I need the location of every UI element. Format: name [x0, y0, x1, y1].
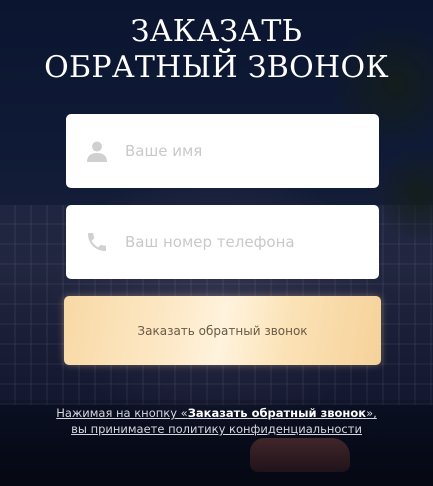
- title-line-1: ЗАКАЗАТЬ: [130, 14, 303, 49]
- name-input[interactable]: [125, 142, 345, 160]
- policy-button-ref: Заказать обратный звонок: [187, 406, 367, 420]
- user-icon: [87, 141, 107, 162]
- modal-title: ЗАКАЗАТЬ ОБРАТНЫЙ ЗВОНОК: [0, 14, 433, 86]
- policy-link[interactable]: Нажимая на кнопку «Заказать обратный зво…: [56, 406, 377, 436]
- phone-input[interactable]: [125, 233, 345, 251]
- callback-modal: ЗАКАЗАТЬ ОБРАТНЫЙ ЗВОНОК Заказать обратн…: [0, 0, 433, 486]
- submit-callback-button[interactable]: Заказать обратный звонок: [64, 296, 381, 365]
- name-field[interactable]: [66, 114, 379, 188]
- phone-field[interactable]: [66, 205, 379, 279]
- policy-prefix: Нажимая на кнопку «: [56, 406, 188, 420]
- title-line-2: ОБРАТНЫЙ ЗВОНОК: [44, 50, 389, 85]
- phone-icon: [88, 233, 106, 251]
- policy-notice: Нажимая на кнопку «Заказать обратный зво…: [0, 405, 433, 437]
- policy-line-2: вы принимаете политику конфиденциальност…: [71, 422, 362, 436]
- background-car: [250, 438, 350, 472]
- policy-suffix: »,: [366, 406, 377, 420]
